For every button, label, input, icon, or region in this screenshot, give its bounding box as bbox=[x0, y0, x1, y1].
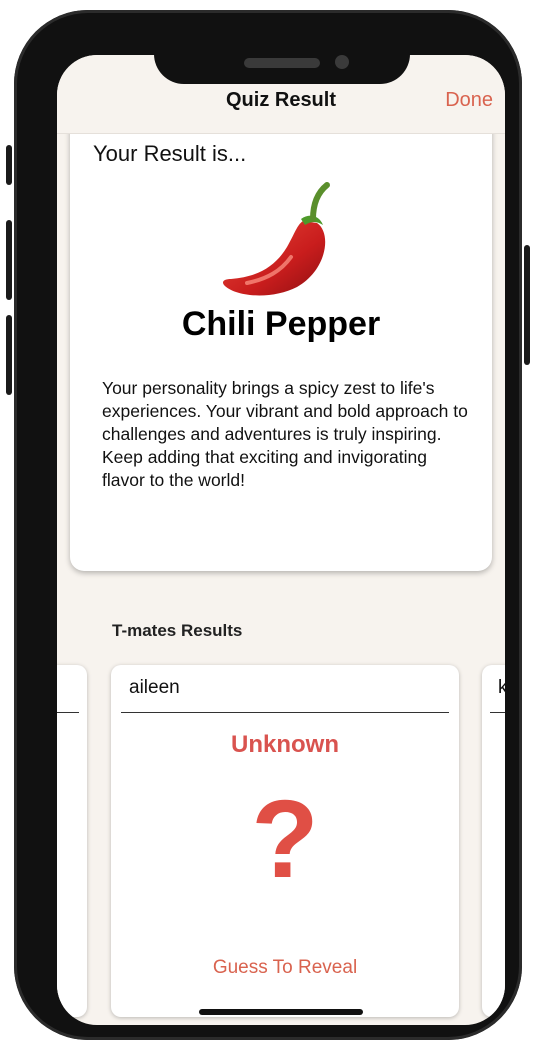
volume-down-button bbox=[6, 315, 12, 395]
volume-up-button bbox=[6, 220, 12, 300]
mate-divider bbox=[121, 712, 449, 713]
chili-pepper-icon bbox=[217, 175, 347, 305]
mate-divider bbox=[57, 712, 79, 713]
result-name: Chili Pepper bbox=[181, 305, 381, 343]
result-description: Your personality brings a spicy zest to … bbox=[102, 378, 468, 490]
home-indicator[interactable] bbox=[199, 1009, 363, 1015]
mate-divider bbox=[490, 712, 505, 713]
tmates-section-title: T-mates Results bbox=[112, 621, 243, 640]
result-heading: Your Result is... bbox=[93, 141, 247, 166]
mate-card-next[interactable]: k bbox=[482, 665, 505, 1017]
mate-name: aileen bbox=[129, 677, 180, 698]
mate-result-status: Unknown bbox=[231, 731, 339, 758]
power-button bbox=[524, 245, 530, 365]
guess-to-reveal-button[interactable]: Guess To Reveal bbox=[111, 957, 459, 979]
question-mark-icon: ? bbox=[251, 778, 319, 901]
nav-title: Quiz Result bbox=[225, 89, 336, 111]
mate-card-previous[interactable] bbox=[57, 665, 87, 1017]
phone-frame: Quiz Result Done Your Result is... Chili… bbox=[6, 10, 530, 1040]
done-button[interactable]: Done bbox=[445, 89, 493, 112]
mate-card-aileen[interactable]: aileen Unknown ? Guess To Reveal bbox=[111, 665, 459, 1017]
notch bbox=[154, 20, 410, 84]
speaker-grille bbox=[244, 58, 320, 68]
screen: Quiz Result Done Your Result is... Chili… bbox=[57, 55, 505, 1025]
mate-name: k bbox=[498, 677, 505, 698]
front-camera bbox=[335, 55, 349, 69]
mute-switch bbox=[6, 145, 12, 185]
